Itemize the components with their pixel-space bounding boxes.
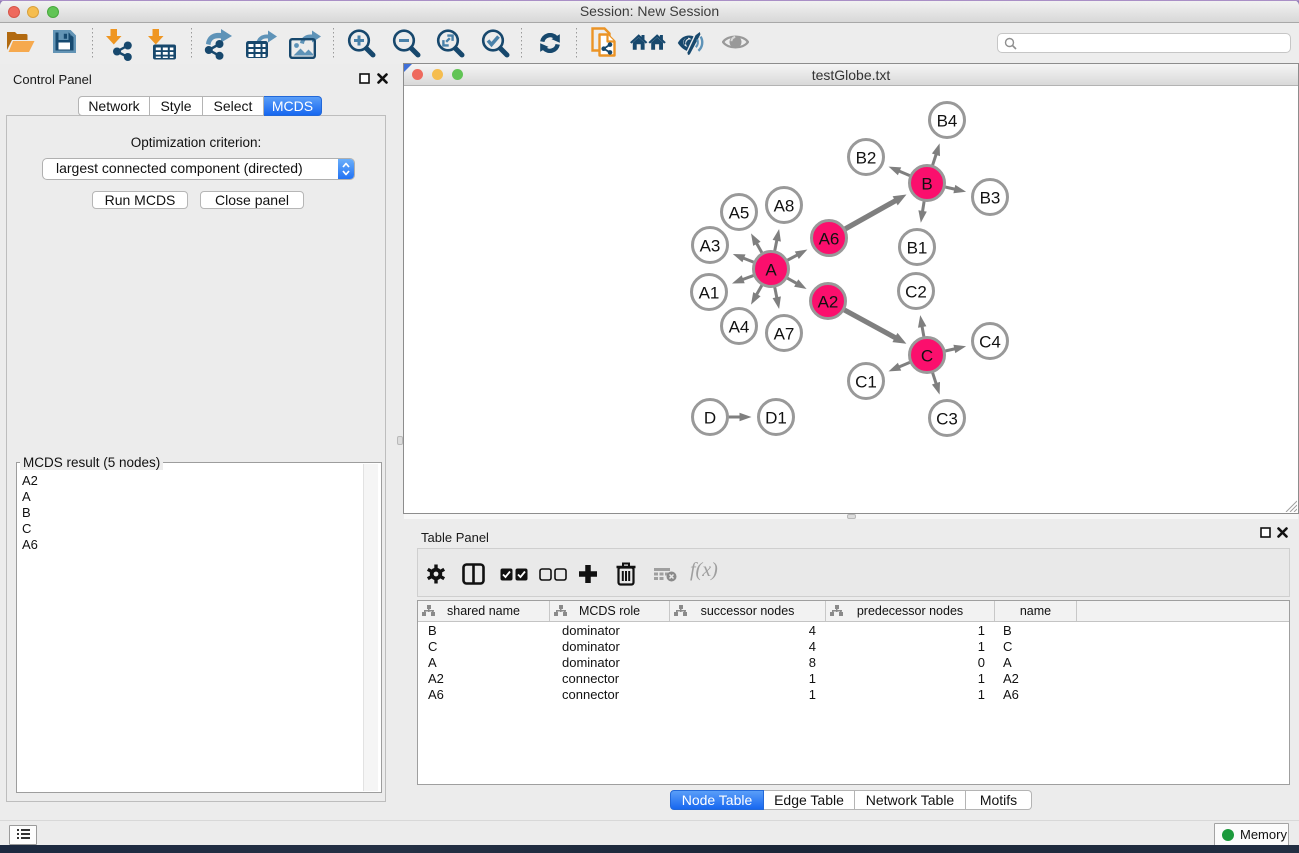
svg-text:A3: A3 — [700, 237, 721, 256]
svg-text:B4: B4 — [937, 112, 958, 131]
svg-text:C: C — [921, 347, 933, 366]
svg-text:B: B — [921, 175, 932, 194]
svg-text:B3: B3 — [980, 189, 1001, 208]
svg-text:A6: A6 — [819, 230, 840, 249]
svg-text:A5: A5 — [729, 204, 750, 223]
svg-text:D: D — [704, 409, 716, 428]
svg-text:A4: A4 — [729, 318, 750, 337]
svg-text:B2: B2 — [856, 149, 877, 168]
svg-text:C1: C1 — [855, 373, 877, 392]
svg-text:B1: B1 — [907, 239, 928, 258]
svg-text:A2: A2 — [818, 293, 839, 312]
svg-text:C2: C2 — [905, 283, 927, 302]
svg-text:A: A — [765, 261, 777, 280]
svg-text:A8: A8 — [774, 197, 795, 216]
svg-text:C4: C4 — [979, 333, 1001, 352]
svg-text:C3: C3 — [936, 410, 958, 429]
svg-text:D1: D1 — [765, 409, 787, 428]
svg-text:A1: A1 — [699, 284, 720, 303]
svg-text:A7: A7 — [774, 325, 795, 344]
